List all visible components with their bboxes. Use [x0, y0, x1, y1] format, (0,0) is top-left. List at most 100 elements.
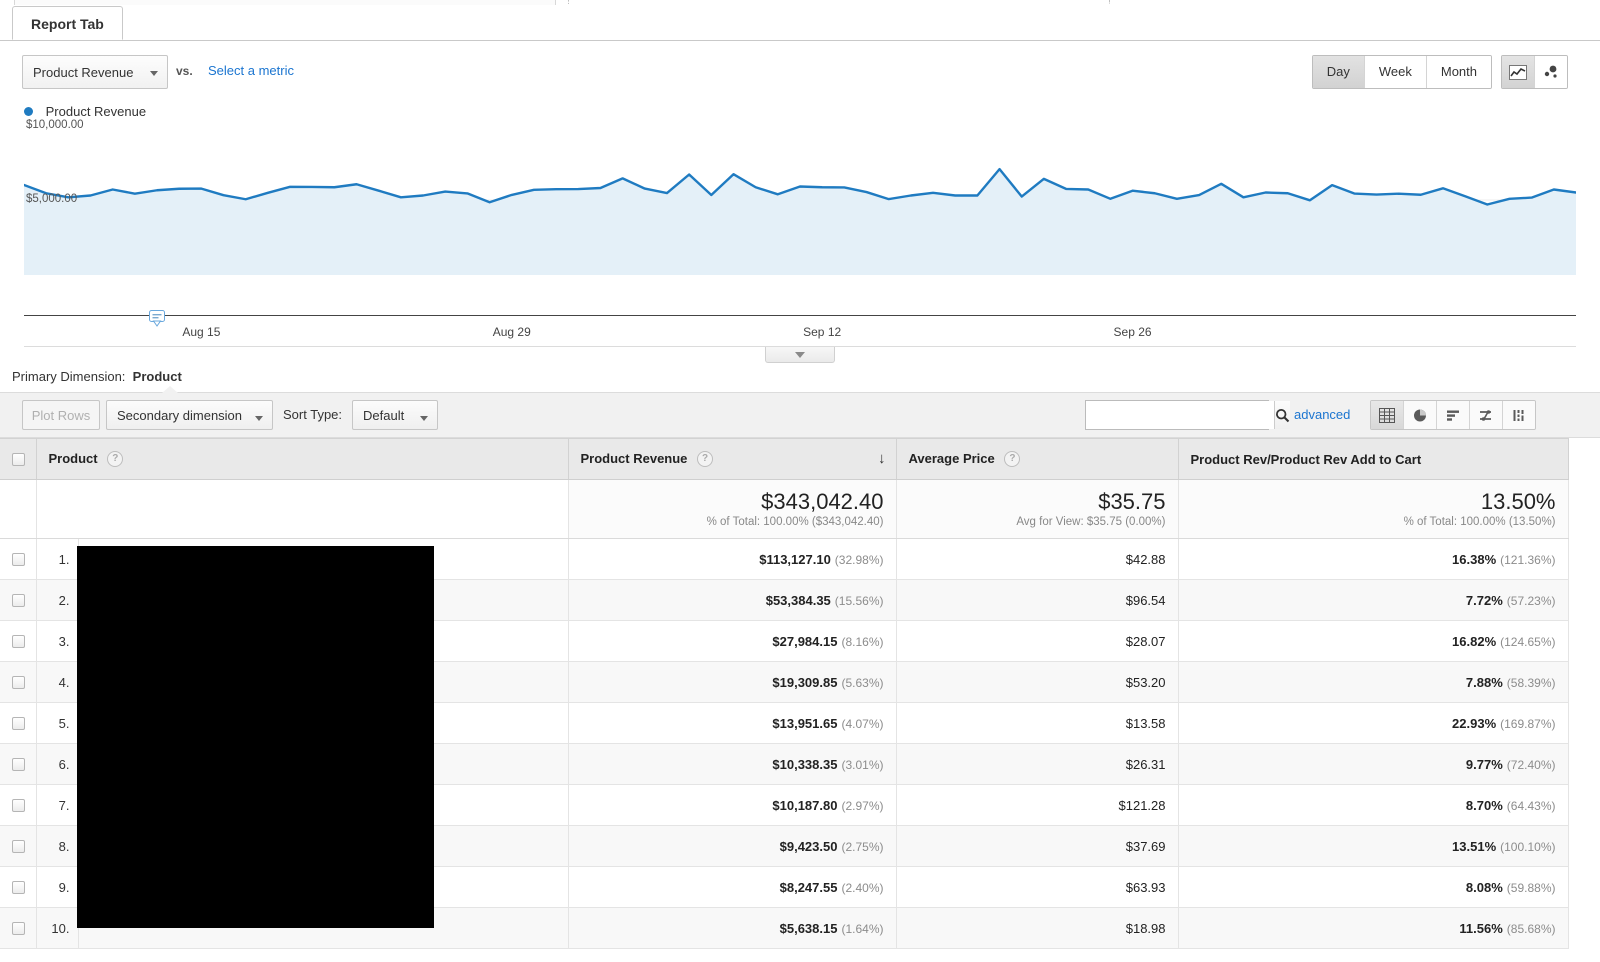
row-select-cell[interactable]	[0, 579, 37, 621]
row-ratio-value: 11.56%	[1459, 920, 1503, 936]
plot-rows-button[interactable]: Plot Rows	[22, 400, 100, 430]
header-product-revenue[interactable]: Product Revenue ? ↓	[568, 438, 897, 480]
search-icon	[1275, 408, 1290, 422]
row-ratio-value: 7.72%	[1465, 592, 1503, 608]
select-a-metric-link[interactable]: Select a metric	[208, 63, 294, 78]
toolbar-notch	[162, 386, 178, 393]
row-ratio-percent: (59.88%)	[1506, 880, 1556, 895]
row-checkbox[interactable]	[12, 716, 25, 730]
row-average-price: $121.28	[896, 784, 1179, 826]
view-type-group	[1370, 400, 1536, 430]
row-revenue-percent: (2.40%)	[841, 880, 884, 895]
row-revenue-percent: (2.97%)	[841, 798, 884, 813]
summary-ratio-value: 13.50%	[1480, 488, 1556, 514]
granularity-month-button[interactable]: Month	[1426, 56, 1491, 88]
pie-chart-view-icon-button[interactable]	[1404, 401, 1437, 429]
row-revenue-percent: (5.63%)	[841, 675, 884, 690]
line-chart-icon-button[interactable]	[1502, 56, 1535, 88]
row-select-cell[interactable]	[0, 907, 37, 949]
row-index: 5.	[36, 702, 79, 744]
row-select-cell[interactable]	[0, 743, 37, 785]
row-revenue-value: $10,187.80	[772, 797, 838, 813]
granularity-week-button[interactable]: Week	[1364, 56, 1427, 88]
row-checkbox[interactable]	[12, 675, 25, 689]
row-select-cell[interactable]	[0, 661, 37, 703]
chart-bottom-divider	[24, 346, 1576, 363]
toolbar-remnant-right	[568, 0, 1110, 4]
x-tick-label: Aug 15	[182, 325, 221, 339]
help-icon[interactable]: ?	[1004, 451, 1021, 468]
header-product-rev-ratio[interactable]: Product Rev/Product Rev Add to Cart	[1178, 438, 1569, 480]
help-icon[interactable]: ?	[107, 451, 124, 468]
search-button[interactable]	[1274, 401, 1290, 429]
sort-type-select[interactable]: Default	[352, 400, 438, 430]
summary-blank-product	[36, 479, 569, 539]
granularity-day-button[interactable]: Day	[1312, 56, 1365, 88]
advanced-filter-link[interactable]: advanced	[1294, 407, 1350, 422]
tab-report-tab[interactable]: Report Tab	[12, 6, 123, 40]
row-average-price: $26.31	[896, 743, 1179, 785]
row-select-cell[interactable]	[0, 866, 37, 908]
row-select-cell[interactable]	[0, 784, 37, 826]
chart-plot-area	[24, 167, 1576, 275]
row-checkbox[interactable]	[12, 921, 25, 935]
row-index: 4.	[36, 661, 79, 703]
row-index: 3.	[36, 620, 79, 662]
annotation-marker[interactable]	[147, 309, 167, 327]
granularity-toggle-group: Day Week Month	[1311, 55, 1492, 89]
row-product-revenue: $8,247.55 (2.40%)	[568, 866, 897, 908]
row-average-price: $53.20	[896, 661, 1179, 703]
comparison-view-icon-button[interactable]	[1470, 401, 1503, 429]
row-rev-ratio: 8.08% (59.88%)	[1178, 866, 1569, 908]
row-revenue-value: $10,338.35	[772, 756, 838, 772]
performance-view-icon-button[interactable]	[1437, 401, 1470, 429]
row-checkbox[interactable]	[12, 593, 25, 607]
row-checkbox[interactable]	[12, 757, 25, 771]
row-index: 6.	[36, 743, 79, 785]
chart-collapse-handle[interactable]	[765, 347, 835, 363]
row-revenue-value: $53,384.35	[765, 592, 831, 608]
primary-dimension-value[interactable]: Product	[133, 369, 182, 384]
row-index: 9.	[36, 866, 79, 908]
pivot-view-icon-button[interactable]	[1503, 401, 1535, 429]
row-select-cell[interactable]	[0, 538, 37, 580]
primary-metric-select[interactable]: Product Revenue	[22, 55, 168, 89]
summary-revenue-cell: $343,042.40 % of Total: 100.00% ($343,04…	[568, 479, 897, 539]
motion-chart-icon-button[interactable]	[1535, 56, 1567, 88]
summary-revenue-sub: % of Total: 100.00% ($343,042.40)	[706, 515, 884, 528]
row-select-cell[interactable]	[0, 825, 37, 867]
row-ratio-value: 7.88%	[1465, 674, 1503, 690]
row-index: 7.	[36, 784, 79, 826]
row-checkbox[interactable]	[12, 839, 25, 853]
row-revenue-value: $8,247.55	[779, 879, 838, 895]
row-revenue-value: $5,638.15	[779, 920, 838, 936]
sort-type-label: Sort Type:	[283, 407, 343, 422]
row-ratio-value: 13.51%	[1452, 838, 1497, 854]
x-tick-label: Sep 26	[1113, 325, 1152, 339]
select-all-header[interactable]	[0, 438, 37, 480]
header-product-rev-ratio-label: Product Rev/Product Rev Add to Cart	[1190, 451, 1422, 467]
row-select-cell[interactable]	[0, 702, 37, 744]
header-average-price[interactable]: Average Price ?	[896, 438, 1179, 480]
help-icon[interactable]: ?	[697, 451, 714, 468]
row-ratio-percent: (124.65%)	[1500, 634, 1556, 649]
row-rev-ratio: 7.72% (57.23%)	[1178, 579, 1569, 621]
row-checkbox[interactable]	[12, 798, 25, 812]
secondary-dimension-button[interactable]: Secondary dimension	[106, 400, 273, 430]
primary-dimension-label: Primary Dimension:	[12, 369, 126, 384]
row-product-revenue: $53,384.35 (15.56%)	[568, 579, 897, 621]
row-revenue-percent: (3.01%)	[841, 757, 884, 772]
row-rev-ratio: 13.51% (100.10%)	[1178, 825, 1569, 867]
row-checkbox[interactable]	[12, 880, 25, 894]
row-checkbox[interactable]	[12, 634, 25, 648]
row-index: 10.	[36, 907, 79, 949]
revenue-chart[interactable]: $10,000.00 $5,000.00	[24, 119, 1576, 327]
table-view-icon-button[interactable]	[1371, 401, 1404, 429]
summary-ratio-sub: % of Total: 100.00% (13.50%)	[1403, 515, 1556, 528]
row-checkbox[interactable]	[12, 552, 25, 566]
row-select-cell[interactable]	[0, 620, 37, 662]
header-product[interactable]: Product ?	[36, 438, 569, 480]
row-ratio-percent: (57.23%)	[1506, 593, 1556, 608]
select-all-checkbox[interactable]	[12, 452, 25, 466]
search-input[interactable]	[1086, 401, 1274, 429]
